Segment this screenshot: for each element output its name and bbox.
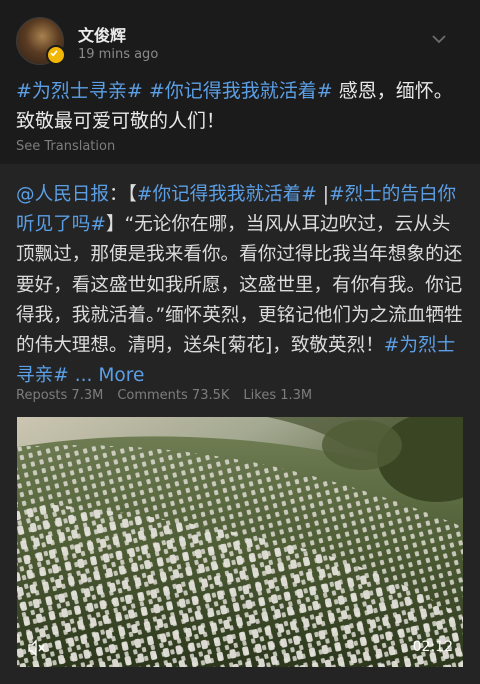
video-duration: 02:12 xyxy=(412,639,453,655)
hashtag-link[interactable]: #为烈士寻亲# xyxy=(16,80,143,102)
reposts-count[interactable]: Reposts 7.3M xyxy=(16,388,103,403)
weibo-post: 文俊辉 19 mins ago #为烈士寻亲# #你记得我我就活着# 感恩，缅怀… xyxy=(0,0,480,684)
post-text-segment: 致敬最可爱可敬的人们！ xyxy=(16,110,226,132)
verified-badge-icon xyxy=(46,45,66,65)
see-translation-link[interactable]: See Translation xyxy=(16,139,115,154)
video-frame xyxy=(17,417,463,667)
avatar[interactable] xyxy=(16,17,66,65)
repost-text-segment: ： xyxy=(108,184,128,205)
likes-count[interactable]: Likes 1.3M xyxy=(243,388,312,403)
hashtag-link[interactable]: #你记得我我就活着# xyxy=(137,184,317,205)
video-player[interactable]: 02:12 xyxy=(17,417,463,667)
comments-count[interactable]: Comments 73.5K xyxy=(117,388,229,403)
more-link[interactable]: ... More xyxy=(69,365,145,386)
repost-text-segment: 【 xyxy=(127,184,137,205)
repost-text: @人民日报：【#你记得我我就活着# |#烈士的告白你听见了吗#】“无论你在哪，当… xyxy=(16,180,468,391)
hashtag-link[interactable]: #你记得我我就活着# xyxy=(149,80,333,102)
post-text: #为烈士寻亲# #你记得我我就活着# 感恩，缅怀。致敬最可爱可敬的人们！ xyxy=(16,76,466,136)
mention-link[interactable]: @人民日报 xyxy=(16,184,109,205)
chevron-down-icon[interactable] xyxy=(426,30,452,48)
author-name[interactable]: 文俊辉 xyxy=(78,22,126,46)
post-timestamp: 19 mins ago xyxy=(78,47,159,62)
post-text-segment: 感恩，缅怀。 xyxy=(338,80,453,102)
repost-text-segment: | xyxy=(316,184,329,205)
repost-stats: Reposts 7.3M Comments 73.5K Likes 1.3M xyxy=(16,388,326,403)
speaker-mute-icon[interactable] xyxy=(27,639,47,657)
